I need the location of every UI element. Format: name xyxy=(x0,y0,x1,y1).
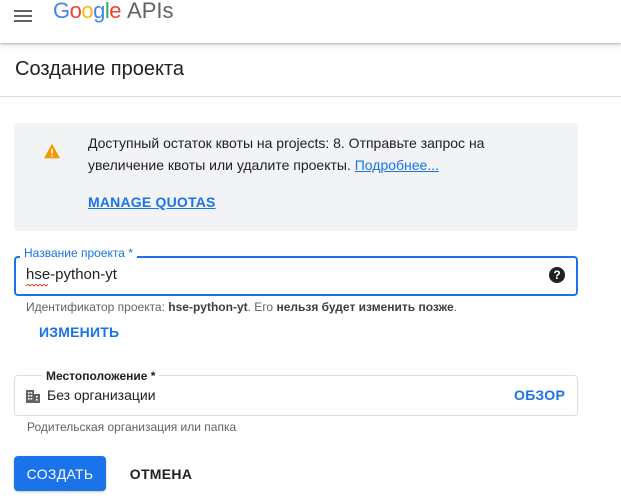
help-icon[interactable]: ? xyxy=(549,267,565,283)
project-id-hint-mid: . Его xyxy=(247,300,274,314)
project-name-input[interactable] xyxy=(26,266,526,283)
page-title: Создание проекта xyxy=(15,58,184,80)
change-project-id-button[interactable]: ИЗМЕНИТЬ xyxy=(39,324,119,340)
project-id-hint-prefix: Идентификатор проекта: xyxy=(26,300,165,314)
top-app-bar: Google APIs xyxy=(0,0,621,43)
project-id-hint-warning: нельзя будет изменить позже xyxy=(276,300,454,314)
create-button[interactable]: СОЗДАТЬ xyxy=(14,456,106,491)
google-wordmark: Google xyxy=(53,0,122,23)
browse-location-button[interactable]: ОБЗОР xyxy=(514,387,565,403)
project-name-label: Название проекта * xyxy=(20,246,137,260)
location-value: Без организации xyxy=(47,387,156,403)
project-name-field[interactable]: ? xyxy=(14,256,578,296)
quota-notice: Доступный остаток квоты на projects: 8. … xyxy=(14,123,578,231)
hamburger-menu-icon[interactable] xyxy=(8,2,40,30)
cancel-button[interactable]: ОТМЕНА xyxy=(121,456,201,491)
location-hint: Родительская организация или папка xyxy=(27,420,237,434)
manage-quotas-link[interactable]: MANAGE QUOTAS xyxy=(88,194,216,210)
project-id-hint: Идентификатор проекта: hse-python-yt. Ег… xyxy=(26,300,457,314)
project-id-value: hse-python-yt xyxy=(168,300,248,314)
google-apis-logo[interactable]: Google APIs xyxy=(53,0,173,30)
learn-more-link[interactable]: Подробнее... xyxy=(355,157,439,173)
warning-icon xyxy=(44,143,60,159)
title-divider xyxy=(0,96,621,97)
project-id-hint-end: . xyxy=(453,300,458,314)
location-label: Местоположение * xyxy=(42,369,160,383)
spellcheck-underline xyxy=(26,284,48,287)
apis-wordmark: APIs xyxy=(127,0,174,23)
organization-building-icon xyxy=(26,390,40,403)
quota-notice-text: Доступный остаток квоты на projects: 8. … xyxy=(88,132,558,176)
